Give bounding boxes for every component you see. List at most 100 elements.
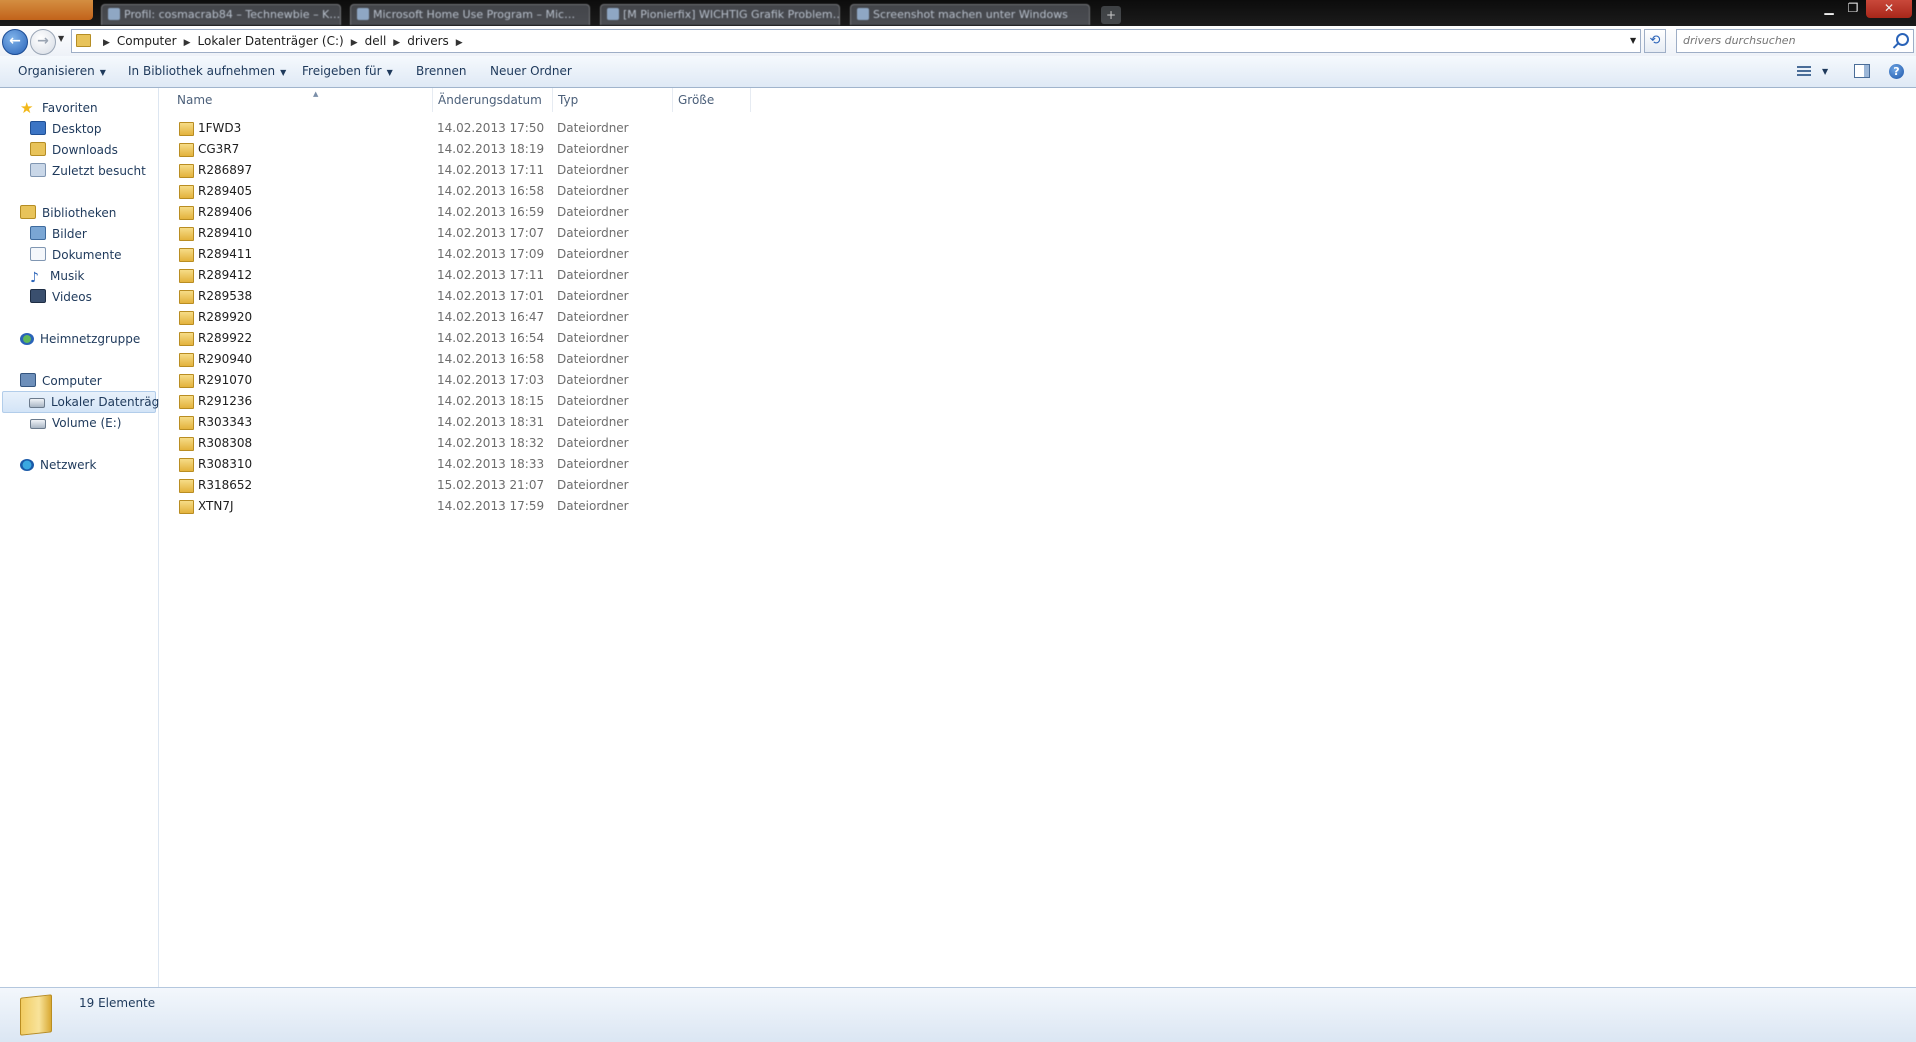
file-type: Dateiordner [557, 247, 629, 261]
search-box[interactable] [1676, 29, 1914, 53]
preview-pane-icon[interactable] [1854, 64, 1870, 78]
maximize-button[interactable]: ❐ [1842, 0, 1864, 18]
table-row[interactable]: R291070 14.02.2013 17:03 Dateiordner [175, 370, 635, 391]
library-icon [20, 205, 36, 219]
burn-button[interactable]: Brennen [416, 56, 466, 87]
videos-icon [30, 289, 46, 303]
file-date: 14.02.2013 17:01 [437, 289, 545, 303]
organize-button[interactable]: Organisieren ▼ [18, 56, 106, 87]
nav-homegroup[interactable]: Heimnetzgruppe [20, 329, 140, 349]
minimize-button[interactable]: ▁ [1818, 0, 1840, 18]
back-button[interactable]: ← [2, 29, 28, 55]
nav-music[interactable]: ♪ Musik [30, 266, 85, 286]
breadcrumb-local-disk[interactable]: Lokaler Datenträger (C:) [198, 30, 344, 52]
chevron-right-icon[interactable]: ▶ [393, 32, 400, 54]
table-row[interactable]: R286897 14.02.2013 17:11 Dateiordner [175, 160, 635, 181]
column-header-type[interactable]: Typ [558, 88, 673, 112]
file-name: R289920 [198, 310, 253, 324]
table-row[interactable]: R308308 14.02.2013 18:32 Dateiordner [175, 433, 635, 454]
breadcrumb-dell[interactable]: dell [365, 30, 387, 52]
nav-favorites[interactable]: ★ Favoriten [20, 98, 98, 118]
nav-label: Computer [42, 374, 102, 388]
view-dropdown-icon[interactable]: ▼ [1822, 56, 1828, 87]
chevron-right-icon[interactable]: ▶ [351, 32, 358, 54]
file-type: Dateiordner [557, 310, 629, 324]
browser-tab-1[interactable]: Profil: cosmacrab84 – Technewbie – K… [101, 4, 341, 25]
column-header-size[interactable]: Größe [678, 88, 751, 112]
chevron-right-icon[interactable]: ▶ [103, 32, 110, 54]
file-type: Dateiordner [557, 184, 629, 198]
breadcrumb-computer[interactable]: Computer [117, 30, 177, 52]
close-button[interactable]: ✕ [1866, 0, 1912, 18]
recent-pages-dropdown[interactable]: ▼ [58, 34, 64, 43]
file-date: 14.02.2013 16:58 [437, 184, 545, 198]
nav-desktop[interactable]: Desktop [30, 119, 102, 139]
nav-local-disk[interactable]: Lokaler Datenträger [2, 391, 172, 413]
nav-pictures[interactable]: Bilder [30, 224, 87, 244]
browser-menu-button[interactable] [0, 0, 93, 20]
nav-volume-e[interactable]: Volume (E:) [30, 413, 121, 433]
nav-documents[interactable]: Dokumente [30, 245, 122, 265]
nav-label: Favoriten [42, 101, 98, 115]
browser-tab-2[interactable]: Microsoft Home Use Program – Mic… [350, 4, 590, 25]
network-icon [20, 459, 34, 471]
file-date: 14.02.2013 18:15 [437, 394, 545, 408]
file-date: 14.02.2013 17:09 [437, 247, 545, 261]
new-folder-button[interactable]: Neuer Ordner [490, 56, 572, 87]
forward-button[interactable]: → [30, 29, 56, 55]
refresh-button[interactable]: ⟲ [1644, 29, 1666, 53]
table-row[interactable]: R318652 15.02.2013 21:07 Dateiordner [175, 475, 635, 496]
search-icon[interactable] [1896, 33, 1909, 46]
table-row[interactable]: CG3R7 14.02.2013 18:19 Dateiordner [175, 139, 635, 160]
chevron-right-icon[interactable]: ▶ [456, 32, 463, 54]
folder-icon [179, 353, 194, 367]
table-row[interactable]: R289538 14.02.2013 17:01 Dateiordner [175, 286, 635, 307]
table-row[interactable]: R291236 14.02.2013 18:15 Dateiordner [175, 391, 635, 412]
browser-tab-4[interactable]: Screenshot machen unter Windows [850, 4, 1090, 25]
nav-label: Netzwerk [40, 458, 97, 472]
address-dropdown[interactable]: ▼ [1630, 30, 1640, 52]
table-row[interactable]: R289922 14.02.2013 16:54 Dateiordner [175, 328, 635, 349]
file-type: Dateiordner [557, 121, 629, 135]
table-row[interactable]: R289412 14.02.2013 17:11 Dateiordner [175, 265, 635, 286]
nav-libraries[interactable]: Bibliotheken [20, 203, 116, 223]
help-icon[interactable]: ? [1889, 64, 1904, 79]
nav-label: Volume (E:) [52, 416, 122, 430]
file-type: Dateiordner [557, 499, 629, 513]
nav-label: Bibliotheken [42, 206, 117, 220]
browser-tab-3[interactable]: [M Pionierfix] WICHTIG Grafik Problem… [600, 4, 840, 25]
column-header-name[interactable]: Name ▲ [177, 88, 433, 112]
view-options-icon[interactable] [1797, 66, 1811, 77]
table-row[interactable]: XTN7J 14.02.2013 17:59 Dateiordner [175, 496, 635, 517]
search-input[interactable] [1677, 30, 1883, 50]
table-row[interactable]: R308310 14.02.2013 18:33 Dateiordner [175, 454, 635, 475]
folder-icon [179, 458, 194, 472]
table-row[interactable]: R290940 14.02.2013 16:58 Dateiordner [175, 349, 635, 370]
folder-icon [179, 374, 194, 388]
address-bar[interactable]: ▶ Computer ▶ Lokaler Datenträger (C:) ▶ dell ▶… [71, 29, 1641, 53]
file-date: 14.02.2013 16:59 [437, 205, 545, 219]
nav-downloads[interactable]: Downloads [30, 140, 118, 160]
include-in-library-button[interactable]: In Bibliothek aufnehmen ▼ [128, 56, 286, 87]
column-header-date[interactable]: Änderungsdatum [438, 88, 553, 112]
chevron-right-icon[interactable]: ▶ [184, 32, 191, 54]
breadcrumb-drivers[interactable]: drivers [407, 30, 449, 52]
folder-icon [179, 164, 194, 178]
breadcrumb: ▶ Computer ▶ Lokaler Datenträger (C:) ▶ dell ▶… [96, 30, 470, 52]
new-tab-button[interactable]: + [1101, 6, 1121, 24]
file-name: R289922 [198, 331, 253, 345]
table-row[interactable]: R303343 14.02.2013 18:31 Dateiordner [175, 412, 635, 433]
table-row[interactable]: R289411 14.02.2013 17:09 Dateiordner [175, 244, 635, 265]
nav-recent[interactable]: Zuletzt besucht [30, 161, 146, 181]
nav-label: Videos [52, 290, 92, 304]
nav-computer[interactable]: Computer [20, 371, 102, 391]
file-date: 14.02.2013 16:58 [437, 352, 545, 366]
file-type: Dateiordner [557, 394, 629, 408]
nav-videos[interactable]: Videos [30, 287, 92, 307]
table-row[interactable]: R289406 14.02.2013 16:59 Dateiordner [175, 202, 635, 223]
table-row[interactable]: R289405 14.02.2013 16:58 Dateiordner [175, 181, 635, 202]
nav-network[interactable]: Netzwerk [20, 455, 96, 475]
table-row[interactable]: 1FWD3 14.02.2013 17:50 Dateiordner [175, 118, 635, 139]
table-row[interactable]: R289920 14.02.2013 16:47 Dateiordner [175, 307, 635, 328]
table-row[interactable]: R289410 14.02.2013 17:07 Dateiordner [175, 223, 635, 244]
